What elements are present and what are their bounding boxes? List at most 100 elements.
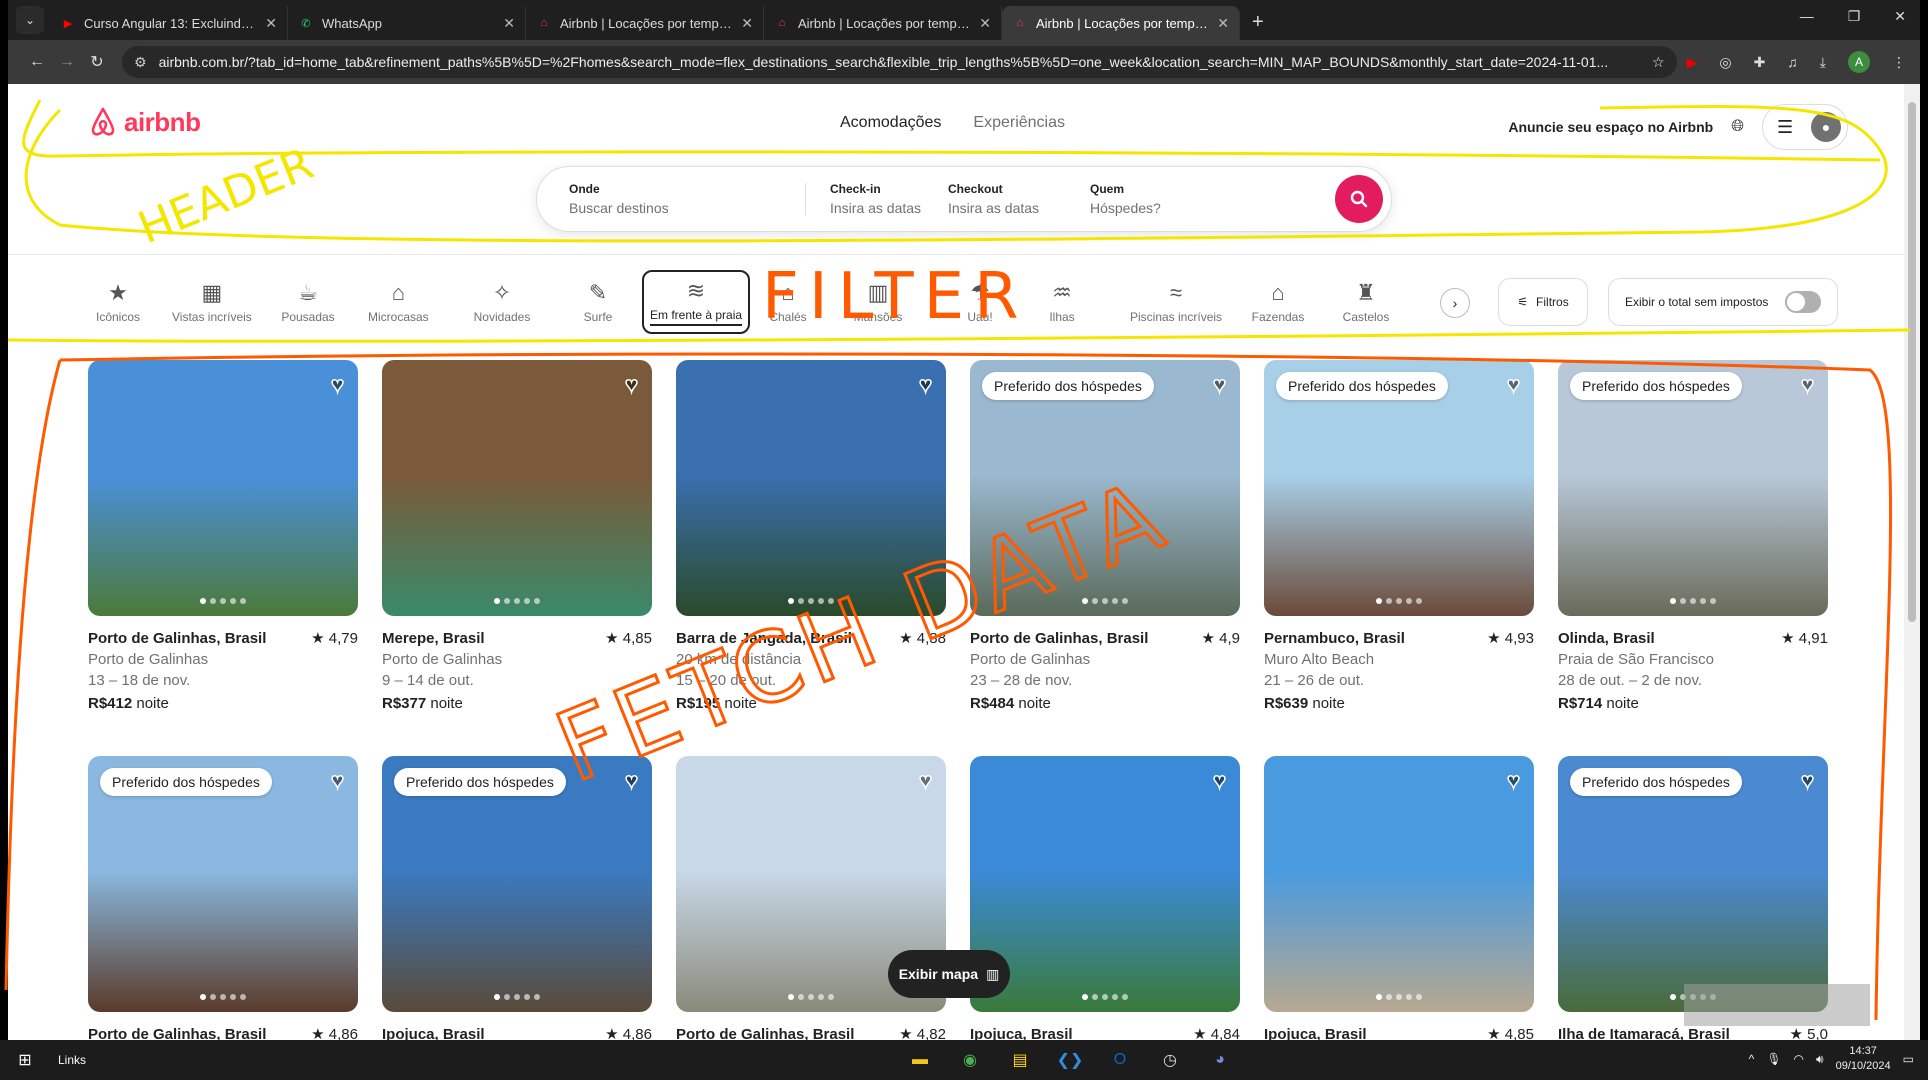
discord-icon[interactable]: ◕	[1204, 1044, 1236, 1076]
volume-icon[interactable]: 🔊︎	[1816, 1052, 1824, 1067]
favorite-heart-icon[interactable]: ♥	[1212, 371, 1227, 398]
category-iconic[interactable]: ★ Icônicos	[88, 270, 148, 334]
profile-avatar[interactable]: A	[1848, 51, 1870, 73]
microphone-icon[interactable]: 🎙︎	[1766, 1052, 1781, 1066]
user-menu-button[interactable]: ☰ ●	[1762, 104, 1848, 150]
listing-card[interactable]: ♥ Barra de Jangada, Brasil ★ 4,88 20 km de …	[676, 360, 946, 714]
favorite-heart-icon[interactable]: ♥	[918, 371, 933, 398]
listing-card[interactable]: ♥ Ipojuca, Brasil ★ 4,85	[1264, 756, 1534, 1040]
page-scrollbar[interactable]	[1904, 84, 1920, 1040]
category-inn[interactable]: ☕ Pousadas	[278, 270, 338, 334]
downloads-icon[interactable]: ⤓	[1820, 54, 1826, 71]
listing-photo[interactable]: ♥	[88, 360, 358, 616]
tax-toggle-button[interactable]: Exibir o total sem impostos	[1608, 278, 1838, 326]
listing-photo[interactable]: ♥	[382, 360, 652, 616]
listing-photo[interactable]: Preferido dos hóspedes ♥	[970, 360, 1240, 616]
listing-card[interactable]: ♥ Porto de Galinhas, Brasil ★ 4,82	[676, 756, 946, 1040]
windows-start-icon[interactable]: ⊞	[0, 1050, 50, 1070]
browser-tab[interactable]: ▶ Curso Angular 13: Excluindo da ✕	[50, 6, 288, 40]
browser-tab[interactable]: ✆ WhatsApp ✕	[288, 6, 526, 40]
url-input[interactable]: ⚙ airbnb.com.br/?tab_id=home_tab&refinem…	[122, 46, 1677, 78]
category-surf[interactable]: ✎ Surfe	[568, 270, 628, 334]
forward-icon[interactable]: →	[52, 53, 82, 71]
close-window-icon[interactable]: ✕	[1894, 8, 1906, 25]
browser-menu-icon[interactable]: ⋮	[1892, 54, 1906, 71]
category-view[interactable]: ▦ Vistas incríveis	[172, 270, 252, 334]
show-map-button[interactable]: Exibir mapa ▥	[888, 950, 1010, 998]
tab-close-icon[interactable]: ✕	[503, 15, 515, 32]
search-checkin-field[interactable]: Check-in Insira as datas	[830, 179, 948, 219]
listing-card[interactable]: ♥ Porto de Galinhas, Brasil ★ 4,79 Porto de…	[88, 360, 358, 714]
listing-card[interactable]: ♥ Merepe, Brasil ★ 4,85 Porto de Galinhas 9 …	[382, 360, 652, 714]
listing-photo[interactable]: Preferido dos hóspedes ♥	[1264, 360, 1534, 616]
restore-icon[interactable]: ❐	[1848, 8, 1861, 25]
tray-chevron-icon[interactable]: ^	[1749, 1052, 1755, 1066]
minimize-icon[interactable]: —	[1800, 8, 1814, 25]
sticky-notes-icon[interactable]: ▤	[1004, 1044, 1036, 1076]
category-island[interactable]: ♒ Ilhas	[1032, 270, 1092, 334]
tax-toggle-switch[interactable]	[1785, 291, 1821, 313]
search-guests-field[interactable]: Quem Hóspedes?	[1090, 179, 1250, 219]
wifi-icon[interactable]: ◠	[1794, 1052, 1804, 1066]
tab-close-icon[interactable]: ✕	[979, 15, 991, 32]
listing-photo[interactable]: ♥	[1264, 756, 1534, 1012]
browser-tab[interactable]: ⌂ Airbnb | Locações por tempora ✕	[764, 6, 1002, 40]
listing-photo[interactable]: ♥	[676, 360, 946, 616]
listing-card[interactable]: Preferido dos hóspedes ♥ Porto de Galinhas…	[88, 756, 358, 1040]
listing-photo[interactable]: ♥	[970, 756, 1240, 1012]
search-where-field[interactable]: Onde Buscar destinos	[569, 179, 805, 219]
scrollbar-thumb[interactable]	[1908, 102, 1916, 622]
chrome-icon[interactable]: ◉	[954, 1044, 986, 1076]
category-mansion[interactable]: ▥ Mansões	[848, 270, 908, 334]
favorite-heart-icon[interactable]: ♥	[1800, 767, 1815, 794]
listing-card[interactable]: Preferido dos hóspedes ♥ Olinda, Brasil ★ 4…	[1558, 360, 1828, 714]
listing-card[interactable]: Preferido dos hóspedes ♥ Porto de Galinhas…	[970, 360, 1240, 714]
taskbar-links-label[interactable]: Links	[58, 1053, 86, 1067]
listing-photo[interactable]: Preferido dos hóspedes ♥	[382, 756, 652, 1012]
glasses-extension-icon[interactable]: ◎	[1719, 54, 1731, 71]
filters-button[interactable]: ⚟ Filtros	[1498, 278, 1588, 326]
nav-accommodations[interactable]: Acomodações	[840, 114, 941, 132]
media-controls-icon[interactable]: ♫	[1787, 54, 1798, 70]
tab-close-icon[interactable]: ✕	[1217, 15, 1229, 32]
listing-photo[interactable]: Preferido dos hóspedes ♥	[1558, 360, 1828, 616]
category-tiny-home[interactable]: ⌂ Microcasas	[368, 270, 429, 334]
file-explorer-icon[interactable]: ▬	[904, 1044, 936, 1076]
listing-card[interactable]: Preferido dos hóspedes ♥ Pernambuco, Brasi…	[1264, 360, 1534, 714]
notifications-icon[interactable]: ▭	[1903, 1052, 1914, 1066]
tab-close-icon[interactable]: ✕	[741, 15, 753, 32]
favorite-heart-icon[interactable]: ♥	[918, 767, 933, 794]
tab-search-button[interactable]: ⌄	[16, 6, 44, 34]
category-pool[interactable]: ≈ Piscinas incríveis	[1130, 270, 1222, 334]
site-info-icon[interactable]: ⚙	[134, 54, 147, 71]
browser-tab[interactable]: ⌂ Airbnb | Locações por tempora ✕	[1002, 6, 1240, 40]
category-next-button[interactable]: ›	[1440, 288, 1470, 318]
youtube-extension-icon[interactable]: ▶	[1687, 54, 1698, 71]
category-wow[interactable]: ☂ Uau!	[950, 270, 1010, 334]
favorite-heart-icon[interactable]: ♥	[1800, 371, 1815, 398]
category-farm[interactable]: ⌂ Fazendas	[1248, 270, 1308, 334]
back-icon[interactable]: ←	[22, 53, 52, 71]
browser-tab[interactable]: ⌂ Airbnb | Locações por tempora ✕	[526, 6, 764, 40]
outlook-icon[interactable]: O	[1104, 1044, 1136, 1076]
taskbar-clock[interactable]: 14:37 09/10/2024	[1836, 1044, 1891, 1074]
reload-icon[interactable]: ↻	[82, 52, 112, 72]
listing-card[interactable]: ♥ Ipojuca, Brasil ★ 4,84	[970, 756, 1240, 1040]
category-beachfront[interactable]: ≋ Em frente à praia	[642, 270, 751, 334]
category-chalet[interactable]: ⌂ Chalés	[758, 270, 818, 334]
globe-icon[interactable]: 🌐︎	[1731, 118, 1744, 136]
listing-card[interactable]: Preferido dos hóspedes ♥ Ipojuca, Brasil ★ …	[382, 756, 652, 1040]
tab-close-icon[interactable]: ✕	[265, 15, 277, 32]
listing-photo[interactable]: Preferido dos hóspedes ♥	[1558, 756, 1828, 1012]
favorite-heart-icon[interactable]: ♥	[330, 371, 345, 398]
favorite-heart-icon[interactable]: ♥	[1506, 371, 1521, 398]
new-tab-button[interactable]: +	[1240, 11, 1276, 40]
category-new[interactable]: ✧ Novidades	[472, 270, 532, 334]
host-link[interactable]: Anuncie seu espaço no Airbnb	[1508, 119, 1713, 135]
bookmark-star-icon[interactable]: ☆	[1652, 54, 1665, 71]
favorite-heart-icon[interactable]: ♥	[1506, 767, 1521, 794]
search-button[interactable]	[1335, 175, 1383, 223]
puzzle-extensions-icon[interactable]: ✚	[1754, 54, 1766, 71]
favorite-heart-icon[interactable]: ♥	[330, 767, 345, 794]
airbnb-logo[interactable]: airbnb	[88, 106, 201, 138]
